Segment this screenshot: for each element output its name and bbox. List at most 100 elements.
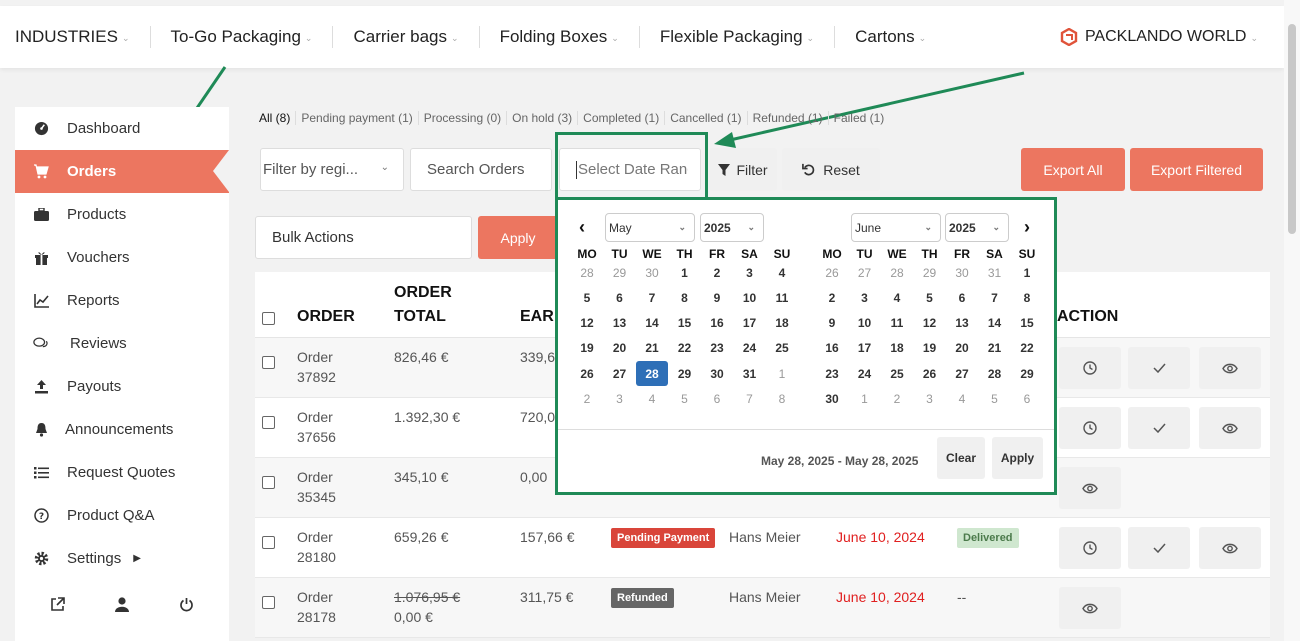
- calendar-day[interactable]: 4: [636, 387, 668, 412]
- user-icon[interactable]: [115, 596, 129, 617]
- calendar-day[interactable]: 11: [881, 311, 913, 336]
- nav-cartons[interactable]: Cartons ⌄: [835, 26, 946, 48]
- calendar-day[interactable]: 18: [881, 336, 913, 361]
- sidebar-item-payouts[interactable]: Payouts: [15, 365, 229, 408]
- calendar-day[interactable]: 20: [604, 336, 636, 361]
- calendar-day[interactable]: 24: [849, 361, 881, 386]
- calendar-day[interactable]: 3: [849, 285, 881, 310]
- calendar-day[interactable]: 3: [604, 387, 636, 412]
- calendar-day[interactable]: 19: [914, 336, 946, 361]
- calendar-day[interactable]: 20: [946, 336, 978, 361]
- view-action-button[interactable]: [1199, 347, 1261, 389]
- calendar-day[interactable]: 5: [571, 285, 603, 310]
- calendar-day[interactable]: 31: [979, 260, 1011, 285]
- clear-date-button[interactable]: Clear: [937, 437, 985, 479]
- calendar-day[interactable]: 29: [669, 361, 701, 386]
- calendar-day[interactable]: 2: [816, 285, 848, 310]
- calendar-day[interactable]: 28: [571, 260, 603, 285]
- calendar-day[interactable]: 31: [734, 361, 766, 386]
- calendar-day[interactable]: 4: [946, 387, 978, 412]
- calendar-day[interactable]: 30: [636, 260, 668, 285]
- complete-action-button[interactable]: [1128, 407, 1190, 449]
- calendar-day[interactable]: 29: [914, 260, 946, 285]
- nav-folding-boxes[interactable]: Folding Boxes ⌄: [480, 26, 640, 48]
- tab-pending-payment[interactable]: Pending payment (1): [295, 111, 417, 125]
- order-number-line1[interactable]: Order: [297, 529, 333, 545]
- calendar-day[interactable]: 2: [881, 387, 913, 412]
- calendar-day[interactable]: 2: [701, 260, 733, 285]
- tab-refunded[interactable]: Refunded (1): [746, 111, 828, 125]
- calendar-day[interactable]: 1: [1011, 260, 1043, 285]
- sidebar-item-reports[interactable]: Reports: [15, 279, 229, 322]
- calendar-day[interactable]: 30: [816, 387, 848, 412]
- calendar-day[interactable]: 3: [914, 387, 946, 412]
- sidebar-item-announcements[interactable]: Announcements: [15, 408, 229, 451]
- calendar-day[interactable]: 5: [914, 285, 946, 310]
- complete-action-button[interactable]: [1128, 347, 1190, 389]
- calendar-day[interactable]: 30: [946, 260, 978, 285]
- calendar-day[interactable]: 6: [701, 387, 733, 412]
- nav-industries[interactable]: INDUSTRIES ⌄: [0, 26, 151, 48]
- order-number-line2[interactable]: 28180: [297, 549, 336, 565]
- calendar-day[interactable]: 15: [669, 311, 701, 336]
- bulk-apply-button[interactable]: Apply: [478, 216, 558, 259]
- select-all-checkbox[interactable]: [262, 312, 275, 325]
- left-year-select[interactable]: 2025 ⌄: [700, 213, 764, 242]
- power-icon[interactable]: [179, 597, 194, 617]
- calendar-day[interactable]: 9: [701, 285, 733, 310]
- nav-to-go-packaging[interactable]: To-Go Packaging ⌄: [151, 26, 334, 48]
- calendar-day[interactable]: 8: [1011, 285, 1043, 310]
- order-number-line1[interactable]: Order: [297, 469, 333, 485]
- sidebar-item-request-quotes[interactable]: Request Quotes: [15, 451, 229, 494]
- calendar-day[interactable]: 6: [604, 285, 636, 310]
- order-number-line2[interactable]: 37892: [297, 369, 336, 385]
- calendar-day[interactable]: 7: [979, 285, 1011, 310]
- view-action-button[interactable]: [1199, 407, 1261, 449]
- right-month-select[interactable]: June ⌄: [851, 213, 941, 242]
- calendar-day[interactable]: 6: [1011, 387, 1043, 412]
- calendar-day[interactable]: 11: [766, 285, 798, 310]
- calendar-day[interactable]: 14: [979, 311, 1011, 336]
- calendar-day[interactable]: 10: [849, 311, 881, 336]
- calendar-day[interactable]: 17: [849, 336, 881, 361]
- calendar-day[interactable]: 16: [816, 336, 848, 361]
- brand-menu[interactable]: PACKLANDO WORLD ⌄: [1060, 28, 1258, 46]
- calendar-day[interactable]: 23: [701, 336, 733, 361]
- sidebar-item-product-qa[interactable]: ? Product Q&A: [15, 494, 229, 537]
- calendar-day[interactable]: 16: [701, 311, 733, 336]
- sidebar-item-dashboard[interactable]: Dashboard: [15, 107, 229, 150]
- calendar-day[interactable]: 21: [979, 336, 1011, 361]
- calendar-day[interactable]: 22: [669, 336, 701, 361]
- nav-flexible-packaging[interactable]: Flexible Packaging ⌄: [640, 26, 836, 48]
- reset-button[interactable]: Reset: [782, 148, 880, 191]
- calendar-day[interactable]: 23: [816, 361, 848, 386]
- calendar-day[interactable]: 13: [946, 311, 978, 336]
- calendar-day[interactable]: 29: [604, 260, 636, 285]
- scrollbar[interactable]: [1284, 0, 1300, 641]
- calendar-day[interactable]: 26: [914, 361, 946, 386]
- bulk-actions-select[interactable]: Bulk Actions: [255, 216, 472, 259]
- calendar-day[interactable]: 7: [734, 387, 766, 412]
- filter-button[interactable]: Filter: [709, 148, 777, 191]
- calendar-day[interactable]: 15: [1011, 311, 1043, 336]
- processing-action-button[interactable]: [1059, 527, 1121, 569]
- row-checkbox[interactable]: [262, 416, 275, 429]
- sidebar-item-products[interactable]: Products: [15, 193, 229, 236]
- view-action-button[interactable]: [1059, 587, 1121, 629]
- view-action-button[interactable]: [1059, 467, 1121, 509]
- column-header-order-total-line2[interactable]: TOTAL: [394, 308, 446, 326]
- calendar-day[interactable]: 26: [571, 361, 603, 386]
- processing-action-button[interactable]: [1059, 347, 1121, 389]
- column-header-order-total-line1[interactable]: ORDER: [394, 284, 452, 302]
- calendar-day[interactable]: 4: [766, 260, 798, 285]
- calendar-day[interactable]: 26: [816, 260, 848, 285]
- export-all-button[interactable]: Export All: [1021, 148, 1125, 191]
- order-number-line1[interactable]: Order: [297, 589, 333, 605]
- tab-all[interactable]: All (8): [259, 111, 295, 125]
- next-month-icon[interactable]: ›: [1024, 217, 1030, 238]
- calendar-day[interactable]: 19: [571, 336, 603, 361]
- order-number-line2[interactable]: 28178: [297, 609, 336, 625]
- calendar-day[interactable]: 7: [636, 285, 668, 310]
- calendar-day[interactable]: 4: [881, 285, 913, 310]
- calendar-day[interactable]: 28: [979, 361, 1011, 386]
